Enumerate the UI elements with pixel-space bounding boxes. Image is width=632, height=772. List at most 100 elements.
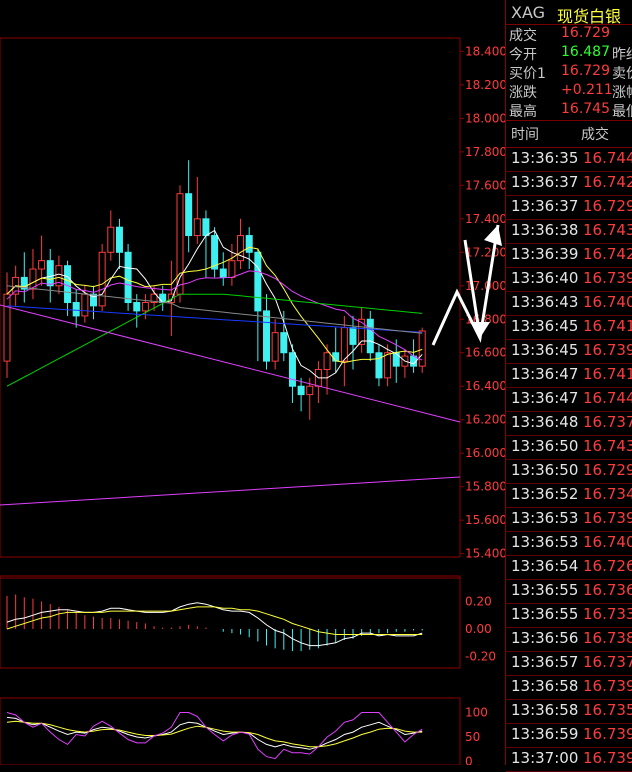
- tick-price: 16.741: [583, 365, 632, 383]
- tick-price: 16.739: [583, 269, 632, 287]
- tick-time: 13:37:00: [511, 749, 579, 767]
- tick-row: 13:36:50 16.729: [506, 459, 632, 484]
- tick-time: 13:36:57: [511, 653, 579, 671]
- candle-body: [340, 327, 348, 362]
- candle-body: [392, 352, 400, 367]
- tick-time: 13:36:45: [511, 341, 579, 359]
- tick-time: 13:36:55: [511, 581, 579, 599]
- quote-row: 成交 16.729: [506, 24, 632, 44]
- tick-row: 13:36:47 16.741: [506, 363, 632, 388]
- tick-row: 13:36:37 16.729: [506, 195, 632, 220]
- macd-panel-frame: [0, 575, 461, 669]
- quote-label: 最高: [509, 104, 537, 120]
- tick-row: 13:36:53 16.739: [506, 507, 632, 532]
- tick-price: 16.726: [583, 557, 632, 575]
- price-tick-label: 17.200: [465, 245, 505, 259]
- candle-body: [46, 260, 54, 287]
- kdj-k-line: [6, 716, 423, 750]
- tick-time: 13:36:52: [511, 485, 579, 503]
- candle-body: [366, 318, 374, 354]
- macd-tick-label: 0.00: [465, 622, 492, 636]
- quote-value: 16.729: [561, 25, 610, 41]
- tick-price: 16.742: [583, 173, 632, 191]
- candle-body: [81, 293, 89, 317]
- tick-header-price: 成交: [581, 127, 609, 143]
- tick-price: 16.734: [583, 485, 632, 503]
- quote-header: XAG 现货白银: [506, 0, 632, 26]
- tick-price: 16.744: [583, 389, 632, 407]
- tick-row: 13:36:53 16.740: [506, 531, 632, 556]
- candle-body: [280, 332, 288, 354]
- tick-price: 16.737: [583, 653, 632, 671]
- candle-body: [202, 218, 210, 237]
- tick-time: 13:36:35: [511, 149, 579, 167]
- tick-time: 13:36:50: [511, 461, 579, 479]
- candle-body: [3, 293, 11, 362]
- price-tick-label: 18.000: [465, 111, 505, 125]
- tick-price: 16.729: [583, 461, 632, 479]
- tick-row: 13:36:55 16.733: [506, 603, 632, 628]
- tick-row: 13:36:54 16.726: [506, 555, 632, 580]
- annotation-arrow-head-2: [470, 322, 490, 338]
- price-tick-label: 15.400: [465, 547, 505, 561]
- candle-body: [141, 302, 149, 312]
- tick-row: 13:36:50 16.743: [506, 435, 632, 460]
- quote-panel: XAG 现货白银 成交16.729今开16.487昨结买价116.729卖价涨跌…: [505, 0, 632, 772]
- tick-price: 16.729: [583, 197, 632, 215]
- quote-label-2: 涨幅: [612, 85, 632, 101]
- price-tick-label: 16.400: [465, 379, 505, 393]
- tick-time: 13:36:43: [511, 293, 579, 311]
- price-tick-label: 17.800: [465, 145, 505, 159]
- candle-body: [72, 302, 80, 317]
- tick-time: 13:36:58: [511, 677, 579, 695]
- candle-body: [38, 260, 46, 270]
- candle-body: [115, 226, 123, 253]
- price-tick-label: 15.800: [465, 480, 505, 494]
- quote-label-2: 昨结: [612, 47, 632, 63]
- candle-body: [107, 226, 115, 253]
- tick-price: 16.736: [583, 581, 632, 599]
- kline-chart[interactable]: 18.400 18.200 18.000 17.800 17.600 17.400 17.2…: [0, 0, 507, 769]
- tick-time: 13:36:40: [511, 269, 579, 287]
- candle-body: [306, 385, 314, 396]
- kdj-tick-label: 50: [465, 730, 480, 744]
- tick-time: 13:36:53: [511, 533, 579, 551]
- price-tick-label: 16.200: [465, 413, 505, 427]
- candle-body: [124, 251, 132, 304]
- tick-price: 16.744: [583, 149, 632, 167]
- tick-time: 13:36:37: [511, 173, 579, 191]
- tick-price: 16.739: [583, 341, 632, 359]
- tick-row: 13:36:57 16.737: [506, 651, 632, 676]
- tick-price: 16.733: [583, 605, 632, 623]
- tick-header-time: 时间: [511, 127, 539, 143]
- tick-time: 13:36:38: [511, 221, 579, 239]
- candle-body: [297, 385, 305, 396]
- tick-row: 13:36:45 16.741: [506, 315, 632, 340]
- annotation-arrow-head: [484, 225, 502, 246]
- tick-row: 13:36:39 16.742: [506, 243, 632, 268]
- quote-row: 最高 16.745最低: [506, 100, 632, 120]
- kline-chart-area[interactable]: 18.400 18.200 18.000 17.800 17.600 17.400 17.2…: [0, 0, 507, 769]
- tick-row: 13:36:37 16.742: [506, 171, 632, 196]
- tick-price: 16.740: [583, 533, 632, 551]
- tick-row: 13:36:56 16.738: [506, 627, 632, 652]
- tick-time: 13:36:37: [511, 197, 579, 215]
- candle-body: [263, 310, 270, 362]
- candle-body: [254, 251, 262, 312]
- tick-time: 13:36:59: [511, 725, 579, 743]
- macd-tick-label: -0.20: [465, 650, 496, 664]
- tick-price: 16.738: [583, 629, 632, 647]
- tick-table-header: 时间 成交: [506, 120, 632, 148]
- tick-time: 13:36:56: [511, 629, 579, 647]
- price-tick-label: 17.400: [465, 212, 505, 226]
- candle-body: [176, 193, 184, 295]
- quote-row: 今开 16.487昨结: [506, 43, 632, 63]
- tick-price: 16.739: [583, 509, 632, 527]
- quote-row: 买价1 16.729卖价: [506, 62, 632, 82]
- tick-row: 13:36:55 16.736: [506, 579, 632, 604]
- quote-label: 买价1: [509, 66, 546, 82]
- tick-row: 13:36:47 16.744: [506, 387, 632, 412]
- quote-value: 16.729: [561, 63, 610, 79]
- candle-body: [228, 260, 236, 278]
- kdj-tick-label: 0: [465, 755, 473, 766]
